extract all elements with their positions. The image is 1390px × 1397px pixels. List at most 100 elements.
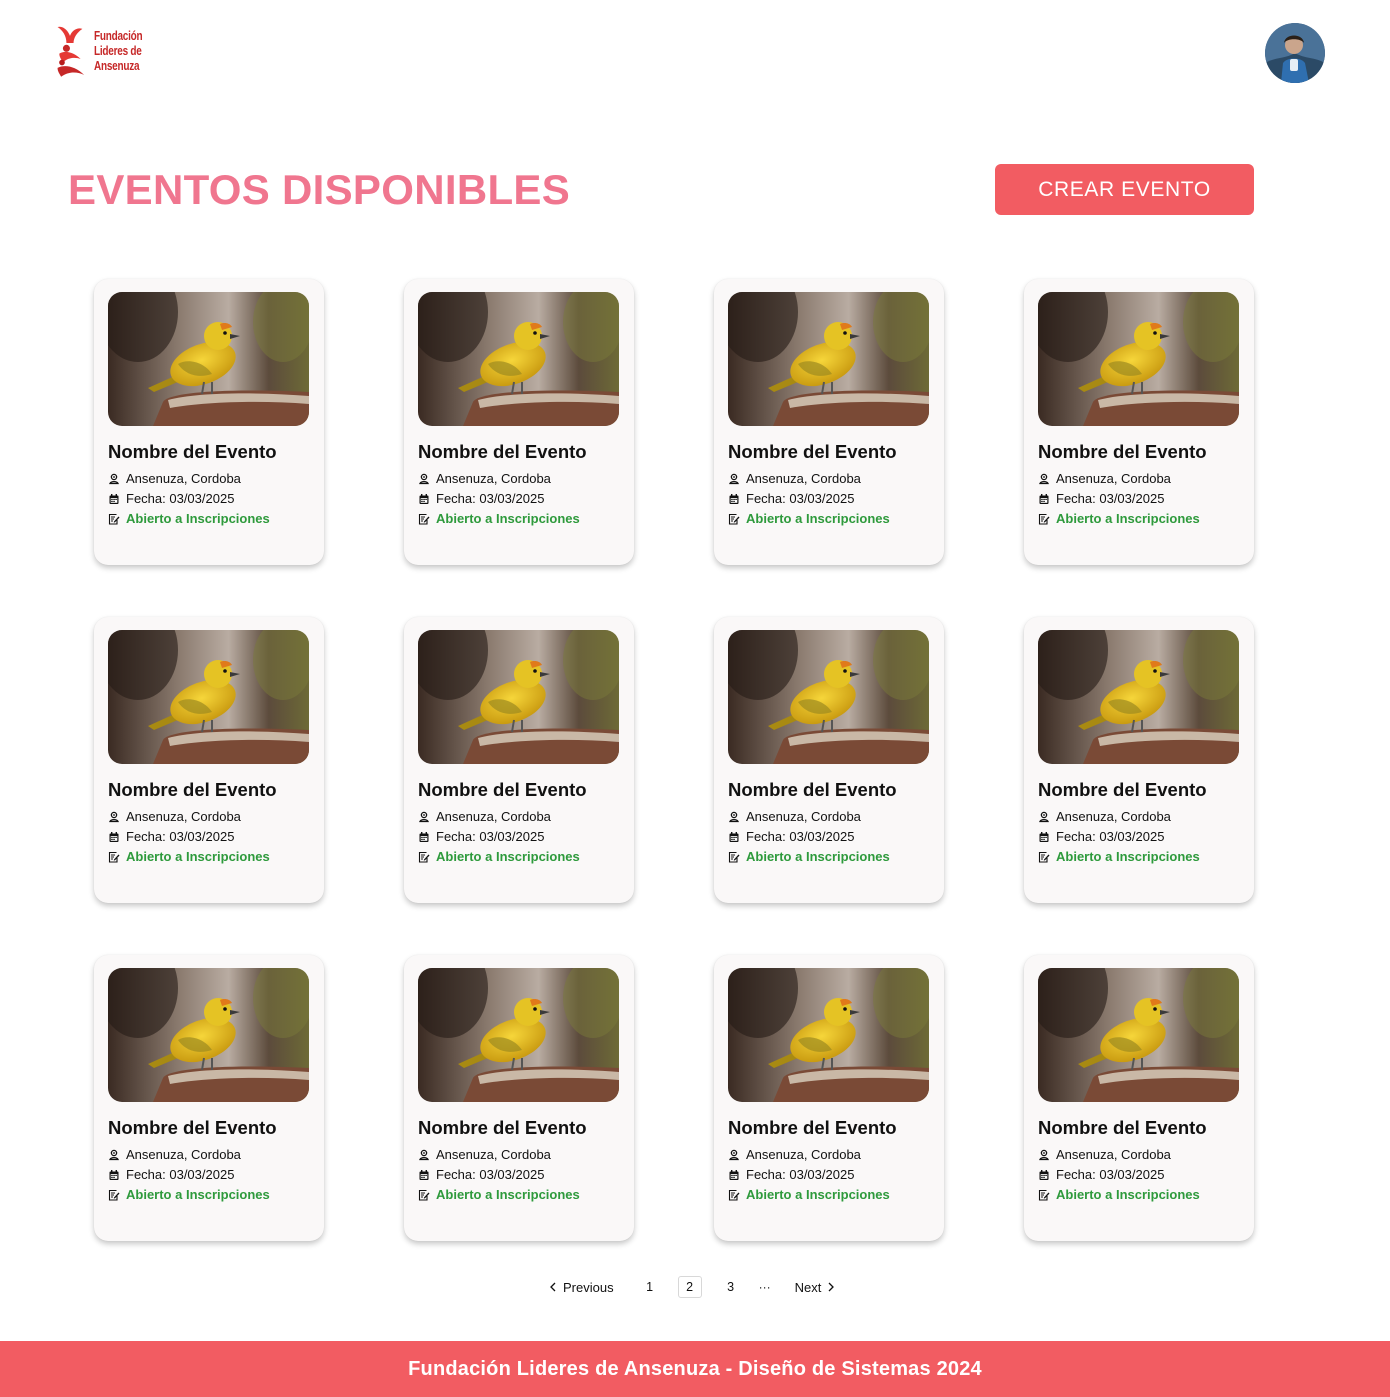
event-meta: Ansenuza, Cordoba Fecha: 03/03/2025 Abie… [108, 1148, 310, 1202]
event-image [108, 968, 309, 1102]
logo-text: Fundación Lideres de Ansenuza [94, 29, 143, 74]
event-status-text: Abierto a Inscripciones [126, 511, 270, 526]
event-status-text: Abierto a Inscripciones [746, 511, 890, 526]
avatar-image [1265, 23, 1325, 83]
event-date: Fecha: 03/03/2025 [1038, 1168, 1240, 1182]
event-card-7[interactable]: Nombre del Evento Ansenuza, Cordoba Fech… [714, 617, 944, 903]
event-status: Abierto a Inscripciones [108, 512, 310, 526]
event-image [108, 630, 309, 764]
event-status: Abierto a Inscripciones [418, 1188, 620, 1202]
event-date: Fecha: 03/03/2025 [728, 492, 930, 506]
pagination-previous[interactable]: Previous [545, 1276, 618, 1298]
location-pin-icon [419, 473, 429, 485]
calendar-icon [729, 494, 739, 504]
create-event-button[interactable]: CREAR EVENTO [995, 164, 1254, 215]
chevron-left-icon [550, 1282, 556, 1292]
location-pin-icon [1039, 1149, 1049, 1161]
calendar-icon [1039, 832, 1049, 842]
pagination: Previous 1 2 3 ··· Next [545, 1276, 839, 1298]
pagination-previous-label: Previous [563, 1279, 614, 1295]
event-date: Fecha: 03/03/2025 [728, 1168, 930, 1182]
event-meta: Ansenuza, Cordoba Fecha: 03/03/2025 Abie… [418, 1148, 620, 1202]
event-meta: Ansenuza, Cordoba Fecha: 03/03/2025 Abie… [1038, 472, 1240, 526]
event-location-text: Ansenuza, Cordoba [1056, 1147, 1171, 1162]
event-status: Abierto a Inscripciones [728, 1188, 930, 1202]
event-date: Fecha: 03/03/2025 [418, 492, 620, 506]
event-card-6[interactable]: Nombre del Evento Ansenuza, Cordoba Fech… [404, 617, 634, 903]
event-status: Abierto a Inscripciones [418, 850, 620, 864]
pagination-page-1[interactable]: 1 [638, 1276, 662, 1298]
event-image [418, 630, 619, 764]
footer: Fundación Lideres de Ansenuza - Diseño d… [0, 1341, 1390, 1397]
event-card-4[interactable]: Nombre del Evento Ansenuza, Cordoba Fech… [1024, 279, 1254, 565]
calendar-icon [419, 832, 429, 842]
pagination-next[interactable]: Next [791, 1276, 840, 1298]
pagination-page-3[interactable]: 3 [719, 1276, 743, 1298]
event-date-text: Fecha: 03/03/2025 [126, 491, 235, 506]
event-card-1[interactable]: Nombre del Evento Ansenuza, Cordoba Fech… [94, 279, 324, 565]
location-pin-icon [109, 473, 119, 485]
event-location-text: Ansenuza, Cordoba [436, 471, 551, 486]
event-image [1038, 968, 1239, 1102]
event-status-text: Abierto a Inscripciones [746, 1187, 890, 1202]
event-location-text: Ansenuza, Cordoba [126, 809, 241, 824]
location-pin-icon [729, 473, 739, 485]
edit-note-icon [728, 1189, 740, 1201]
calendar-icon [109, 832, 119, 842]
event-card-2[interactable]: Nombre del Evento Ansenuza, Cordoba Fech… [404, 279, 634, 565]
user-avatar[interactable] [1265, 23, 1325, 83]
event-location-text: Ansenuza, Cordoba [436, 809, 551, 824]
edit-note-icon [418, 851, 430, 863]
event-meta: Ansenuza, Cordoba Fecha: 03/03/2025 Abie… [108, 810, 310, 864]
pagination-page-2-current[interactable]: 2 [677, 1276, 702, 1298]
event-date: Fecha: 03/03/2025 [1038, 830, 1240, 844]
event-card-11[interactable]: Nombre del Evento Ansenuza, Cordoba Fech… [714, 955, 944, 1241]
event-location: Ansenuza, Cordoba [1038, 810, 1240, 824]
edit-note-icon [108, 851, 120, 863]
event-date-text: Fecha: 03/03/2025 [746, 491, 855, 506]
event-status: Abierto a Inscripciones [1038, 512, 1240, 526]
event-image [728, 630, 929, 764]
logo-figures-icon [57, 26, 85, 77]
event-card-5[interactable]: Nombre del Evento Ansenuza, Cordoba Fech… [94, 617, 324, 903]
event-status: Abierto a Inscripciones [728, 512, 930, 526]
location-pin-icon [419, 811, 429, 823]
page: Fundación Lideres de Ansenuza EVENTOS DI… [0, 0, 1390, 1397]
event-date-text: Fecha: 03/03/2025 [746, 1167, 855, 1182]
event-image [728, 968, 929, 1102]
event-status: Abierto a Inscripciones [108, 1188, 310, 1202]
calendar-icon [419, 494, 429, 504]
location-pin-icon [109, 811, 119, 823]
event-date: Fecha: 03/03/2025 [418, 830, 620, 844]
event-location-text: Ansenuza, Cordoba [746, 471, 861, 486]
calendar-icon [109, 494, 119, 504]
event-title: Nombre del Evento [108, 779, 277, 800]
location-pin-icon [109, 1149, 119, 1161]
event-status: Abierto a Inscripciones [1038, 1188, 1240, 1202]
calendar-icon [729, 1170, 739, 1180]
event-card-3[interactable]: Nombre del Evento Ansenuza, Cordoba Fech… [714, 279, 944, 565]
event-status-text: Abierto a Inscripciones [126, 849, 270, 864]
event-location: Ansenuza, Cordoba [728, 1148, 930, 1162]
event-status-text: Abierto a Inscripciones [1056, 849, 1200, 864]
event-card-12[interactable]: Nombre del Evento Ansenuza, Cordoba Fech… [1024, 955, 1254, 1241]
event-status-text: Abierto a Inscripciones [1056, 1187, 1200, 1202]
event-meta: Ansenuza, Cordoba Fecha: 03/03/2025 Abie… [418, 810, 620, 864]
event-location-text: Ansenuza, Cordoba [746, 809, 861, 824]
event-location: Ansenuza, Cordoba [728, 810, 930, 824]
calendar-icon [1039, 1170, 1049, 1180]
foundation-logo[interactable]: Fundación Lideres de Ansenuza [54, 20, 154, 82]
event-date-text: Fecha: 03/03/2025 [1056, 491, 1165, 506]
event-status: Abierto a Inscripciones [1038, 850, 1240, 864]
event-location: Ansenuza, Cordoba [108, 1148, 310, 1162]
event-image [108, 292, 309, 426]
event-card-10[interactable]: Nombre del Evento Ansenuza, Cordoba Fech… [404, 955, 634, 1241]
event-location-text: Ansenuza, Cordoba [1056, 809, 1171, 824]
calendar-icon [1039, 494, 1049, 504]
event-image [728, 292, 929, 426]
event-image [1038, 292, 1239, 426]
event-meta: Ansenuza, Cordoba Fecha: 03/03/2025 Abie… [728, 1148, 930, 1202]
event-title: Nombre del Evento [1038, 1117, 1207, 1138]
event-card-8[interactable]: Nombre del Evento Ansenuza, Cordoba Fech… [1024, 617, 1254, 903]
event-card-9[interactable]: Nombre del Evento Ansenuza, Cordoba Fech… [94, 955, 324, 1241]
